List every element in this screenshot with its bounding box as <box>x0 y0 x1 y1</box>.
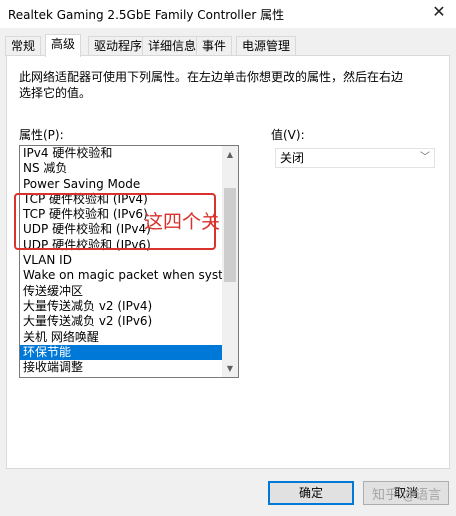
property-list-item[interactable]: VLAN ID <box>20 253 223 268</box>
tab-details[interactable]: 详细信息 <box>142 36 203 56</box>
property-list: IPv4 硬件校验和 NS 减负 Power Saving Mode TCP 硬件校验… <box>20 146 223 375</box>
property-list-item[interactable]: 大量传送减负 v2 (IPv6) <box>20 314 223 329</box>
scroll-thumb[interactable] <box>224 188 236 282</box>
title-bar: Realtek Gaming 2.5GbE Family Controller … <box>0 0 456 28</box>
properties-dialog: Realtek Gaming 2.5GbE Family Controller … <box>0 0 456 516</box>
property-list-item[interactable]: 接收端调整 <box>20 360 223 375</box>
property-list-item[interactable]: 大量传送减负 v2 (IPv4) <box>20 299 223 314</box>
advanced-panel: 此网络适配器可使用下列属性。在左边单击你想更改的属性，然后在右边选择它的值。 属… <box>6 55 450 469</box>
close-icon[interactable]: ✕ <box>422 0 456 26</box>
property-list-item[interactable]: 环保节能 <box>20 344 223 361</box>
value-label: 值(V): <box>271 128 305 142</box>
scroll-up-icon[interactable]: ▲ <box>222 146 238 163</box>
property-list-item[interactable]: IPv4 硬件校验和 <box>20 146 223 161</box>
tab-advanced[interactable]: 高级 <box>45 34 82 57</box>
property-label: 属性(P): <box>19 128 64 142</box>
property-listbox[interactable]: IPv4 硬件校验和 NS 减负 Power Saving Mode TCP 硬件校验… <box>19 145 239 378</box>
window-title: Realtek Gaming 2.5GbE Family Controller … <box>8 8 285 22</box>
tab-strip: 常规 高级 驱动程序 详细信息 事件 电源管理 <box>0 34 456 57</box>
scroll-down-icon[interactable]: ▼ <box>222 360 238 377</box>
property-list-item[interactable]: 关机 网络唤醒 <box>20 330 223 345</box>
property-list-item[interactable]: NS 减负 <box>20 161 223 176</box>
property-list-item[interactable]: 传送缓冲区 <box>20 284 223 299</box>
tab-events[interactable]: 事件 <box>196 36 233 56</box>
listbox-scrollbar[interactable]: ▲ ▼ <box>222 146 238 377</box>
property-list-item[interactable]: Wake on magic packet when system <box>20 268 223 283</box>
tab-power-management[interactable]: 电源管理 <box>236 36 297 56</box>
tab-general[interactable]: 常规 <box>5 36 42 56</box>
tab-driver[interactable]: 驱动程序 <box>88 36 149 56</box>
ok-button[interactable]: 确定 <box>268 481 354 505</box>
property-list-item[interactable]: Power Saving Mode <box>20 177 223 192</box>
watermark: 知乎 @语言 <box>372 488 442 503</box>
chevron-down-icon: ﹀ <box>420 152 430 163</box>
panel-description: 此网络适配器可使用下列属性。在左边单击你想更改的属性，然后在右边选择它的值。 <box>19 70 404 100</box>
value-dropdown[interactable]: 关闭 ﹀ <box>275 148 435 168</box>
annotation-text: 这四个关 <box>144 211 221 233</box>
value-selected: 关闭 <box>280 151 305 165</box>
